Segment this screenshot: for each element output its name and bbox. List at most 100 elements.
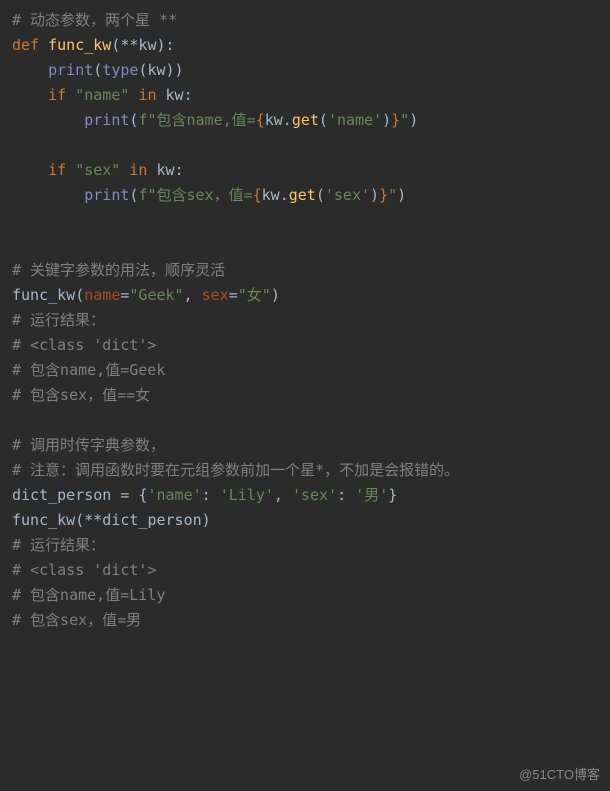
code-line: # <class 'dict'>	[12, 558, 598, 583]
var-kw: kw	[157, 161, 175, 179]
kwarg: sex	[202, 286, 229, 304]
comment: # 运行结果：	[12, 311, 105, 329]
fstring: f"包含sex，值=	[138, 186, 252, 204]
builtin-print: print	[84, 186, 129, 204]
code-line: def func_kw(**kw):	[12, 33, 598, 58]
punct: )	[370, 186, 379, 204]
code-line: print(f"包含sex，值={kw.get('sex')}")	[12, 183, 598, 208]
punct: )	[202, 511, 211, 529]
code-line: # 运行结果：	[12, 308, 598, 333]
punct: :	[184, 86, 193, 104]
code-line: dict_person = {'name': 'Lily', 'sex': '男…	[12, 483, 598, 508]
punct: (	[319, 111, 328, 129]
code-line: if "name" in kw:	[12, 83, 598, 108]
blank-line	[12, 208, 598, 233]
punct: )	[271, 286, 280, 304]
keyword-def: def	[12, 36, 39, 54]
blank-line	[12, 133, 598, 158]
comment: # 包含name,值=Geek	[12, 361, 165, 379]
brace: }	[379, 186, 388, 204]
punct: )	[382, 111, 391, 129]
fstring-end: "	[400, 111, 409, 129]
keyword-if: if	[48, 86, 66, 104]
punct: (	[75, 511, 84, 529]
var-kw: kw	[147, 61, 165, 79]
code-line: if "sex" in kw:	[12, 158, 598, 183]
code-line: # 包含sex，值=男	[12, 608, 598, 633]
code-line: func_kw(**dict_person)	[12, 508, 598, 533]
code-line: # 关键字参数的用法，顺序灵活	[12, 258, 598, 283]
param: **kw	[120, 36, 156, 54]
punct: :	[175, 161, 184, 179]
var-kw: kw	[166, 86, 184, 104]
blank-line	[12, 408, 598, 433]
expr: kw.	[265, 111, 292, 129]
punct: )	[397, 186, 406, 204]
comment: # 关键字参数的用法，顺序灵活	[12, 261, 225, 279]
punct: )	[409, 111, 418, 129]
method-get: get	[292, 111, 319, 129]
code-line: # 调用时传字典参数，	[12, 433, 598, 458]
code-line: print(f"包含name,值={kw.get('name')}")	[12, 108, 598, 133]
string: "sex"	[75, 161, 120, 179]
punct: ,	[184, 286, 202, 304]
punct: ,	[274, 486, 292, 504]
punct: =	[229, 286, 238, 304]
comment: # 动态参数，两个星 **	[12, 11, 177, 29]
fstring-end: "	[388, 186, 397, 204]
comment: # 包含sex，值=男	[12, 611, 141, 629]
punct: =	[111, 486, 138, 504]
comment: # <class 'dict'>	[12, 336, 157, 354]
method-get: get	[289, 186, 316, 204]
expr: kw.	[262, 186, 289, 204]
comment: # <class 'dict'>	[12, 561, 157, 579]
string: "女"	[238, 286, 271, 304]
brace: {	[253, 186, 262, 204]
keyword-if: if	[48, 161, 66, 179]
code-line: # 包含name,值=Geek	[12, 358, 598, 383]
code-line: print(type(kw))	[12, 58, 598, 83]
string: 'name'	[147, 486, 201, 504]
string: "Geek"	[129, 286, 183, 304]
comment: # 注意：调用函数时要在元组参数前加一个星*，不加是会报错的。	[12, 461, 459, 479]
string: 'name'	[328, 111, 382, 129]
punct: :	[202, 486, 220, 504]
code-line: # 动态参数，两个星 **	[12, 8, 598, 33]
string: 'sex'	[325, 186, 370, 204]
code-line: # 包含name,值=Lily	[12, 583, 598, 608]
func-call: func_kw	[12, 286, 75, 304]
builtin-print: print	[48, 61, 93, 79]
unpack: **dict_person	[84, 511, 201, 529]
brace: }	[391, 111, 400, 129]
comment: # 包含sex，值==女	[12, 386, 150, 404]
var-dict: dict_person	[12, 486, 111, 504]
fstring: f"包含name,值=	[138, 111, 255, 129]
builtin-type: type	[102, 61, 138, 79]
punct: }	[388, 486, 397, 504]
code-line: # 注意：调用函数时要在元组参数前加一个星*，不加是会报错的。	[12, 458, 598, 483]
code-line: func_kw(name="Geek", sex="女")	[12, 283, 598, 308]
code-line: # <class 'dict'>	[12, 333, 598, 358]
comment: # 运行结果：	[12, 536, 105, 554]
punct: ):	[157, 36, 175, 54]
comment: # 调用时传字典参数，	[12, 436, 165, 454]
kwarg: name	[84, 286, 120, 304]
func-call: func_kw	[12, 511, 75, 529]
brace: {	[256, 111, 265, 129]
string: '男'	[355, 486, 388, 504]
builtin-print: print	[84, 111, 129, 129]
string: 'Lily'	[220, 486, 274, 504]
blank-line	[12, 233, 598, 258]
string: 'sex'	[292, 486, 337, 504]
comment: # 包含name,值=Lily	[12, 586, 165, 604]
punct: :	[337, 486, 355, 504]
punct: (	[316, 186, 325, 204]
punct: (	[93, 61, 102, 79]
keyword-in: in	[129, 161, 147, 179]
keyword-in: in	[138, 86, 156, 104]
punct: ))	[166, 61, 184, 79]
string: "name"	[75, 86, 129, 104]
function-name: func_kw	[48, 36, 111, 54]
watermark: @51CTO博客	[519, 764, 600, 785]
code-line: # 包含sex，值==女	[12, 383, 598, 408]
